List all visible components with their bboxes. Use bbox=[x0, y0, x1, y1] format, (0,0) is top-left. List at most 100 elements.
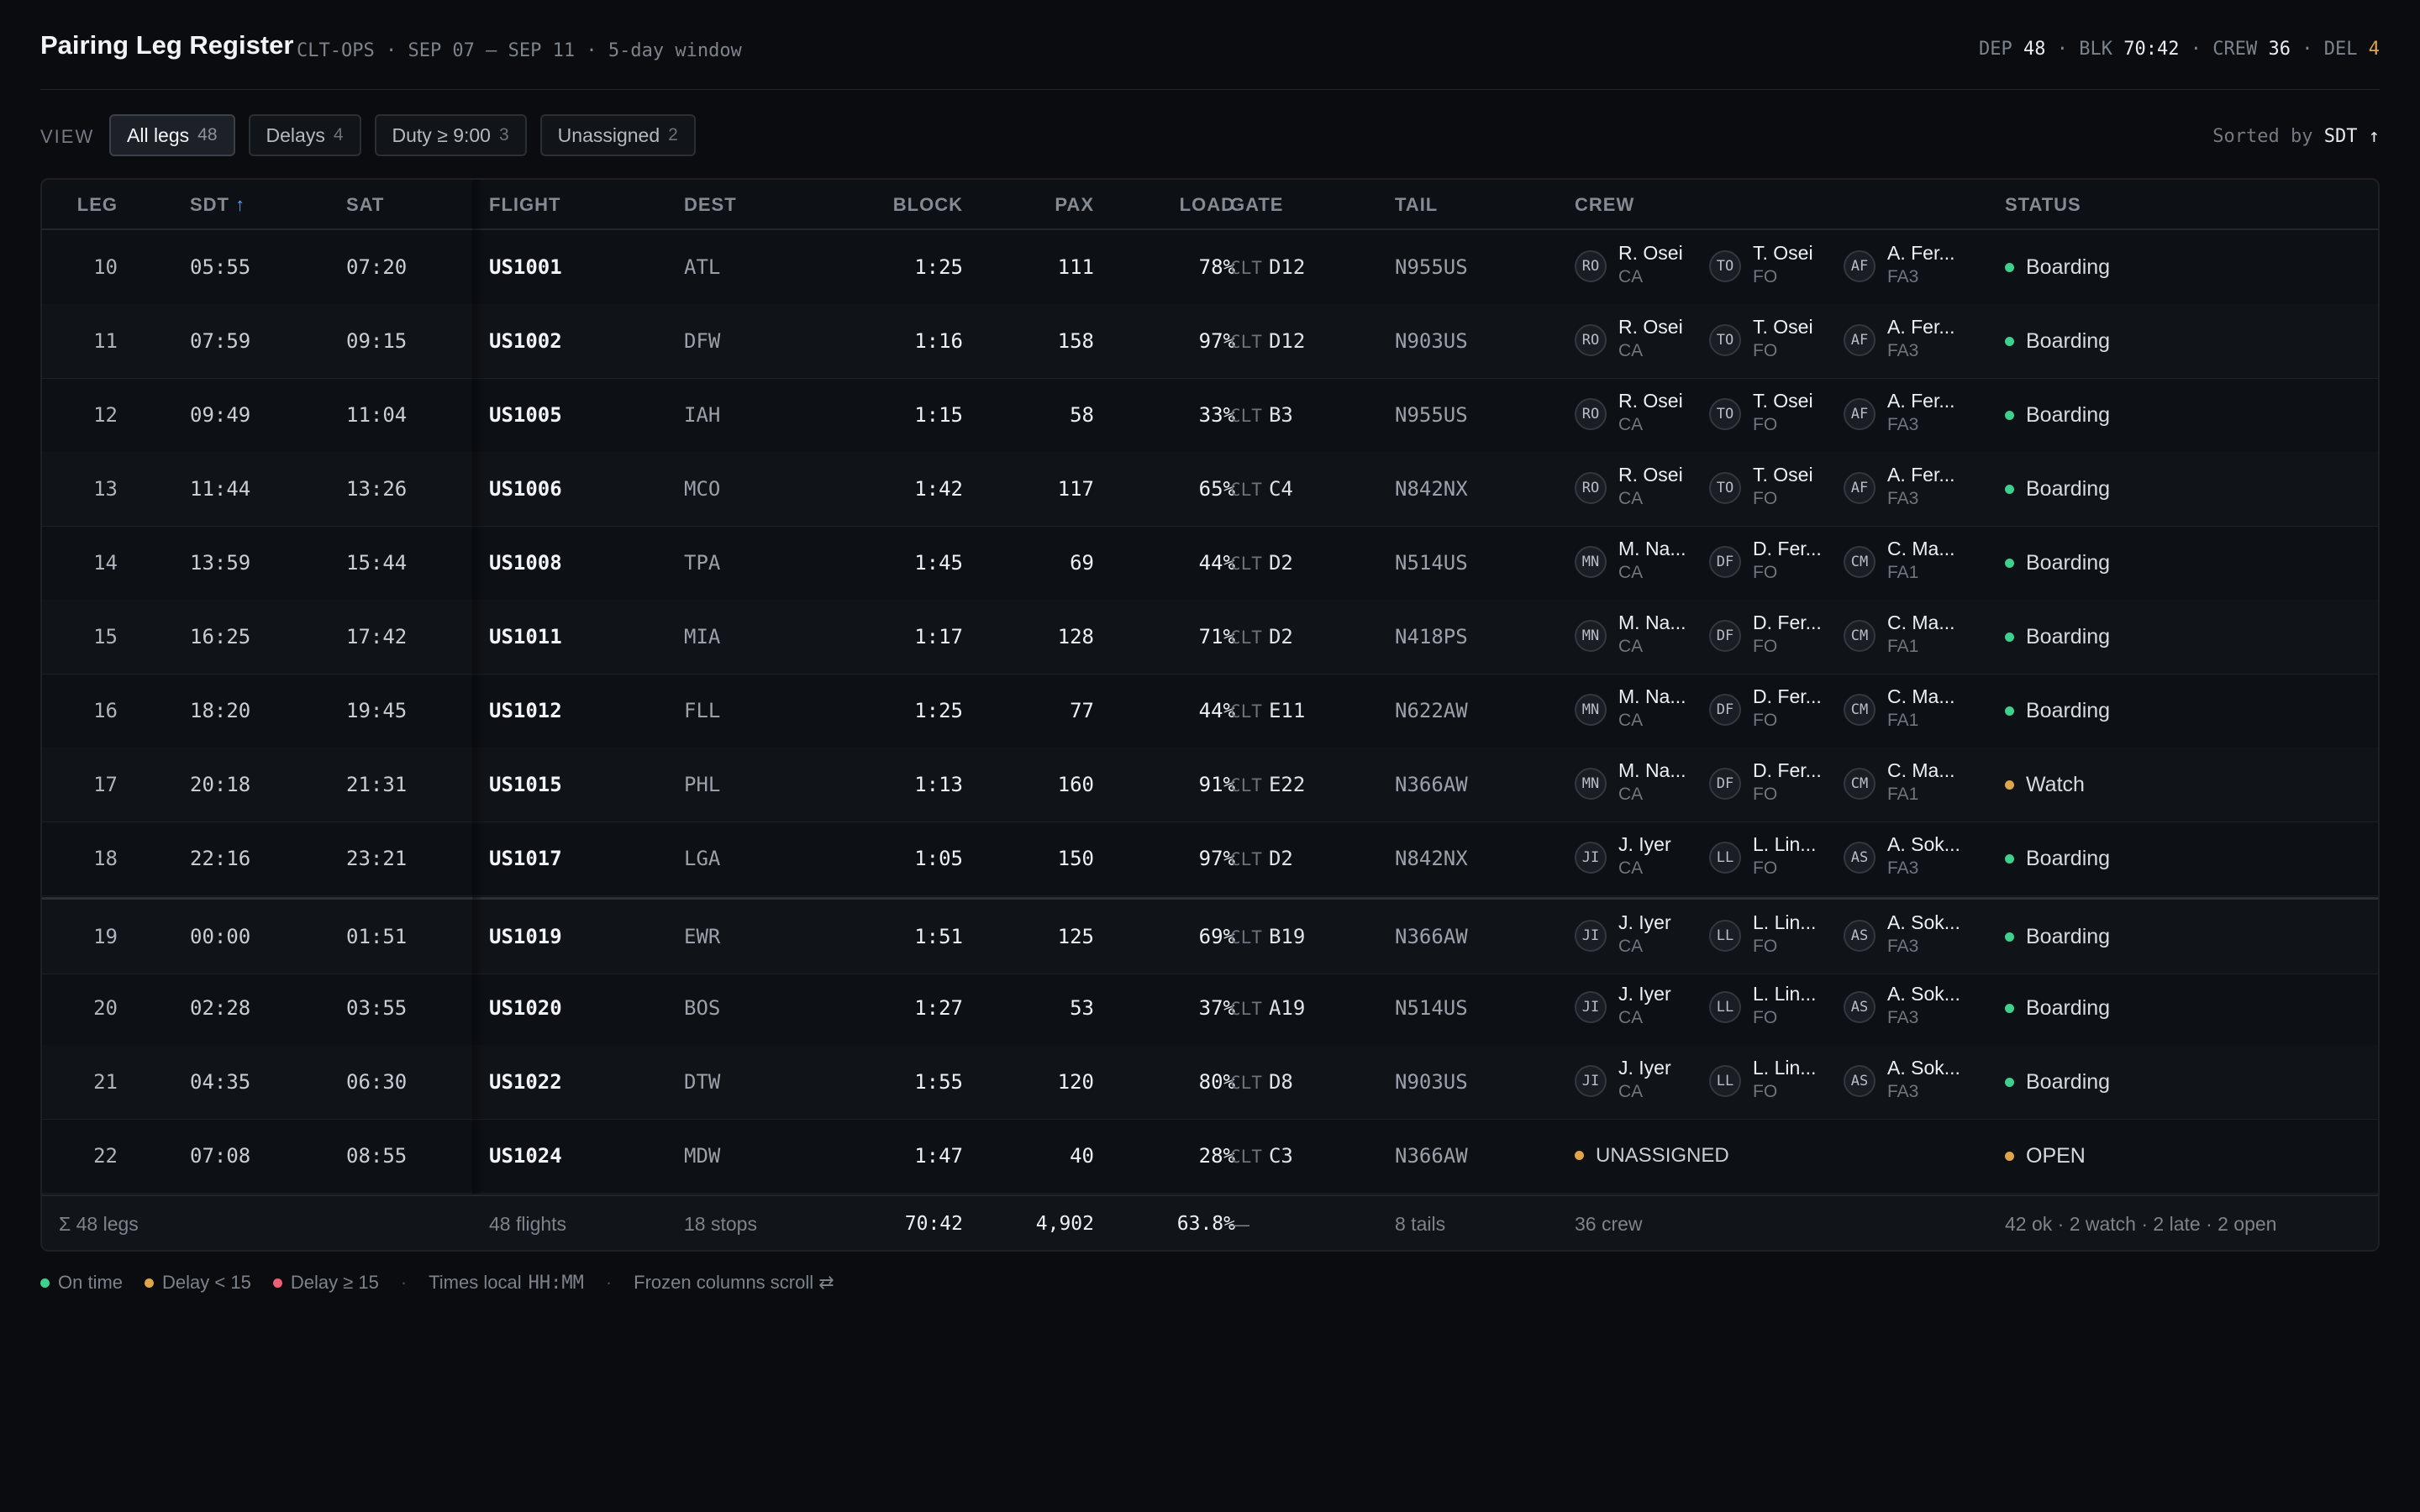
view-toolbar: VIEW All legs 48 Delays 4 Duty ≥ 9:00 3 … bbox=[40, 114, 2380, 158]
crew-member[interactable]: JI J. Iyer CA bbox=[1575, 1057, 1709, 1107]
crew-member[interactable]: RO R. Osei CA bbox=[1575, 390, 1709, 440]
crew-name: C. Ma... bbox=[1887, 685, 1955, 707]
table-row[interactable]: 11 07:59 09:15 US1002 DFW 1:16 158 97% CLT D12 N90… bbox=[42, 304, 2378, 379]
crew-role: CA bbox=[1618, 341, 1644, 360]
crew-unassigned[interactable]: UNASSIGNED bbox=[1575, 1119, 1729, 1193]
status-dot bbox=[2005, 559, 2014, 568]
crew-member[interactable]: MN M. Na... CA bbox=[1575, 685, 1709, 736]
crew-member[interactable]: LL L. Lin... FO bbox=[1709, 983, 1844, 1033]
cell-sat: 13:26 bbox=[346, 477, 408, 501]
crew-name: L. Lin... bbox=[1753, 983, 1817, 1005]
crew-role: FO bbox=[1753, 858, 1778, 878]
table-row[interactable]: 12 09:49 11:04 US1005 IAH 1:15 58 33% CLT B3 N955U… bbox=[42, 378, 2378, 453]
crew-member[interactable]: DF D. Fer... FO bbox=[1709, 612, 1844, 662]
table-row[interactable]: 19 00:00 01:51 US1019 EWR 1:51 125 69% CLT B19 N36… bbox=[42, 897, 2378, 974]
cell-tail: N955US bbox=[1395, 403, 1468, 427]
filter-chip-delays[interactable]: Delays 4 bbox=[248, 114, 361, 156]
crew-member[interactable]: RO R. Osei CA bbox=[1575, 316, 1709, 366]
crew-member[interactable]: MN M. Na... CA bbox=[1575, 538, 1709, 588]
cell-sdt: 07:59 bbox=[190, 329, 251, 353]
table-row[interactable]: 10 05:55 07:20 US1001 ATL 1:25 111 78% CLT D12 N95… bbox=[42, 230, 2378, 305]
crew-member[interactable]: AS A. Sok... FA3 bbox=[1844, 983, 1978, 1033]
gate-airport-prefix: CLT bbox=[1230, 480, 1262, 500]
table-row[interactable]: 22 07:08 08:55 US1024 MDW 1:47 40 28% CLT C3 N366A… bbox=[42, 1119, 2378, 1194]
crew-member[interactable]: DF D. Fer... FO bbox=[1709, 685, 1844, 736]
cell-gate: CLT D12 bbox=[1230, 230, 1305, 304]
table-row[interactable]: 13 11:44 13:26 US1006 MCO 1:42 117 65% CLT C4 N842… bbox=[42, 452, 2378, 527]
column-header-sdt[interactable]: SDT ↑ bbox=[190, 194, 245, 216]
crew-member[interactable]: JI J. Iyer CA bbox=[1575, 983, 1709, 1033]
crew-role: FO bbox=[1753, 267, 1778, 286]
cell-leg: 18 bbox=[93, 847, 118, 870]
crew-member[interactable]: TO T. Osei FO bbox=[1709, 464, 1844, 514]
crew-member[interactable]: CM C. Ma... FA1 bbox=[1844, 759, 1978, 810]
cell-load: 91% bbox=[1198, 773, 1235, 796]
column-header-gate[interactable]: GATE bbox=[1230, 194, 1283, 216]
status-badge: Boarding bbox=[2005, 452, 2110, 526]
table-row[interactable]: 20 02:28 03:55 US1020 BOS 1:27 53 37% CLT A19 N514… bbox=[42, 971, 2378, 1046]
column-header-sat[interactable]: SAT bbox=[346, 194, 384, 216]
crew-member[interactable]: MN M. Na... CA bbox=[1575, 759, 1709, 810]
table-row[interactable]: 18 22:16 23:21 US1017 LGA 1:05 150 97% CLT D2 N842… bbox=[42, 822, 2378, 896]
crew-member[interactable]: RO R. Osei CA bbox=[1575, 464, 1709, 514]
column-header-status[interactable]: STATUS bbox=[2005, 194, 2081, 216]
crew-role: FO bbox=[1753, 937, 1778, 956]
crew-member[interactable]: LL L. Lin... FO bbox=[1709, 911, 1844, 962]
cell-leg: 22 bbox=[93, 1144, 118, 1168]
filter-chip-duty[interactable]: Duty ≥ 9:00 3 bbox=[374, 114, 527, 156]
crew-member[interactable]: MN M. Na... CA bbox=[1575, 612, 1709, 662]
filter-chip-unassigned[interactable]: Unassigned 2 bbox=[539, 114, 696, 156]
table-row[interactable]: 21 04:35 06:30 US1022 DTW 1:55 120 80% CLT D8 N903… bbox=[42, 1045, 2378, 1120]
crew-member[interactable]: DF D. Fer... FO bbox=[1709, 759, 1844, 810]
cell-gate: CLT D2 bbox=[1230, 526, 1293, 600]
crew-member[interactable]: AS A. Sok... FA3 bbox=[1844, 1057, 1978, 1107]
column-header-crew[interactable]: CREW bbox=[1575, 194, 1634, 216]
column-header-tail[interactable]: TAIL bbox=[1395, 194, 1438, 216]
table-row[interactable]: 14 13:59 15:44 US1008 TPA 1:45 69 44% CLT D2 N514U… bbox=[42, 526, 2378, 601]
column-header-load[interactable]: LOAD bbox=[1126, 194, 1235, 216]
crew-member[interactable]: CM C. Ma... FA1 bbox=[1844, 612, 1978, 662]
cell-pax: 150 bbox=[1057, 847, 1094, 870]
crew-member[interactable]: CM C. Ma... FA1 bbox=[1844, 538, 1978, 588]
crew-name: A. Sok... bbox=[1887, 833, 1960, 855]
crew-member[interactable]: AF A. Fer... FA3 bbox=[1844, 316, 1978, 366]
table-row[interactable]: 17 20:18 21:31 US1015 PHL 1:13 160 91% CLT E22 N36… bbox=[42, 748, 2378, 822]
legend-label: Delay < 15 bbox=[162, 1272, 251, 1293]
crew-member[interactable]: JI J. Iyer CA bbox=[1575, 911, 1709, 962]
table-row[interactable]: 15 16:25 17:42 US1011 MIA 1:17 128 71% CLT D2 N418… bbox=[42, 600, 2378, 675]
crew-member[interactable]: AF A. Fer... FA3 bbox=[1844, 242, 1978, 292]
kpi-blk-label: BLK bbox=[2079, 39, 2113, 60]
crew-member[interactable]: LL L. Lin... FO bbox=[1709, 1057, 1844, 1107]
kpi-dep-value: 48 bbox=[2023, 39, 2046, 60]
crew-member[interactable]: AS A. Sok... FA3 bbox=[1844, 911, 1978, 962]
table-row[interactable]: 16 18:20 19:45 US1012 FLL 1:25 77 44% CLT E11 N622… bbox=[42, 674, 2378, 748]
crew-member[interactable]: DF D. Fer... FO bbox=[1709, 538, 1844, 588]
cell-dest: IAH bbox=[684, 403, 721, 427]
column-header-pax[interactable]: PAX bbox=[992, 194, 1094, 216]
cell-pax: 158 bbox=[1057, 329, 1094, 353]
crew-member[interactable]: LL L. Lin... FO bbox=[1709, 833, 1844, 884]
status-label: Boarding bbox=[2026, 847, 2111, 870]
crew-member[interactable]: CM C. Ma... FA1 bbox=[1844, 685, 1978, 736]
crew-member[interactable]: JI J. Iyer CA bbox=[1575, 833, 1709, 884]
crew-name: A. Sok... bbox=[1887, 983, 1960, 1005]
crew-member[interactable]: TO T. Osei FO bbox=[1709, 316, 1844, 366]
crew-avatar: TO bbox=[1709, 398, 1741, 430]
crew-member[interactable]: TO T. Osei FO bbox=[1709, 242, 1844, 292]
crew-member[interactable]: AF A. Fer... FA3 bbox=[1844, 464, 1978, 514]
column-header-leg[interactable]: LEG bbox=[67, 194, 118, 216]
column-header-dest[interactable]: DEST bbox=[684, 194, 737, 216]
sort-indicator[interactable]: Sorted by SDT ↑ bbox=[2212, 126, 2380, 147]
crew-member[interactable]: AF A. Fer... FA3 bbox=[1844, 390, 1978, 440]
column-header-flight[interactable]: FLIGHT bbox=[489, 194, 560, 216]
crew-member[interactable]: AS A. Sok... FA3 bbox=[1844, 833, 1978, 884]
cell-block: 1:47 bbox=[914, 1144, 963, 1168]
column-header-block[interactable]: BLOCK bbox=[840, 194, 963, 216]
crew-name: L. Lin... bbox=[1753, 911, 1817, 933]
filter-chip-all-legs[interactable]: All legs 48 bbox=[109, 114, 235, 156]
cell-block: 1:51 bbox=[914, 925, 963, 948]
cell-flight: US1022 bbox=[489, 1070, 562, 1094]
legend-dot bbox=[40, 1278, 50, 1288]
crew-member[interactable]: TO T. Osei FO bbox=[1709, 390, 1844, 440]
crew-member[interactable]: RO R. Osei CA bbox=[1575, 242, 1709, 292]
